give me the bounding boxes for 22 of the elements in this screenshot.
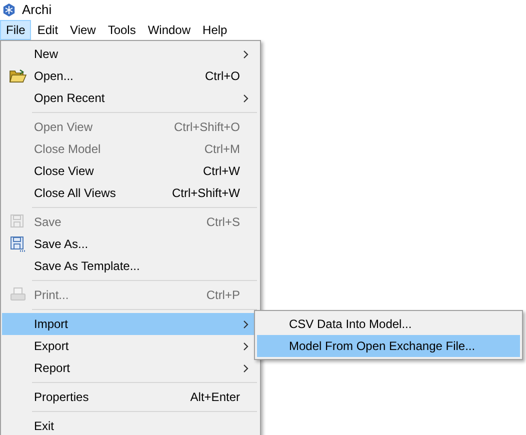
menu-bar-item[interactable]: Tools (102, 20, 142, 40)
menu-bar-item[interactable]: Help (196, 20, 234, 40)
menu-item[interactable]: Report (2, 357, 259, 379)
menu-item[interactable]: Save As... (2, 233, 259, 255)
menu-bar-item[interactable]: Edit (31, 20, 64, 40)
menu-item[interactable]: Export (2, 335, 259, 357)
submenu-item[interactable]: CSV Data Into Model... (257, 313, 520, 335)
menu-item[interactable]: New (2, 43, 259, 65)
submenu-item[interactable]: Model From Open Exchange File... (257, 335, 520, 357)
menu-item[interactable]: Save As Template... (2, 255, 259, 277)
menu-bar-item[interactable]: File (0, 20, 32, 40)
menu-item[interactable]: Close View Ctrl+W (2, 160, 259, 182)
menu-bar-item[interactable]: View (64, 20, 102, 40)
printer-icon (10, 287, 26, 303)
menu-item[interactable]: Exit (2, 415, 259, 435)
folder-icon (9, 69, 27, 83)
menu-item[interactable]: Open... Ctrl+O (2, 65, 259, 87)
menu-item[interactable]: Open Recent (2, 87, 259, 109)
menu-bar-item[interactable]: Window (142, 20, 197, 40)
menu-item[interactable]: Close All Views Ctrl+Shift+W (2, 182, 259, 204)
menu-item[interactable]: Properties Alt+Enter (2, 386, 259, 408)
window-title: Archi (22, 1, 52, 20)
